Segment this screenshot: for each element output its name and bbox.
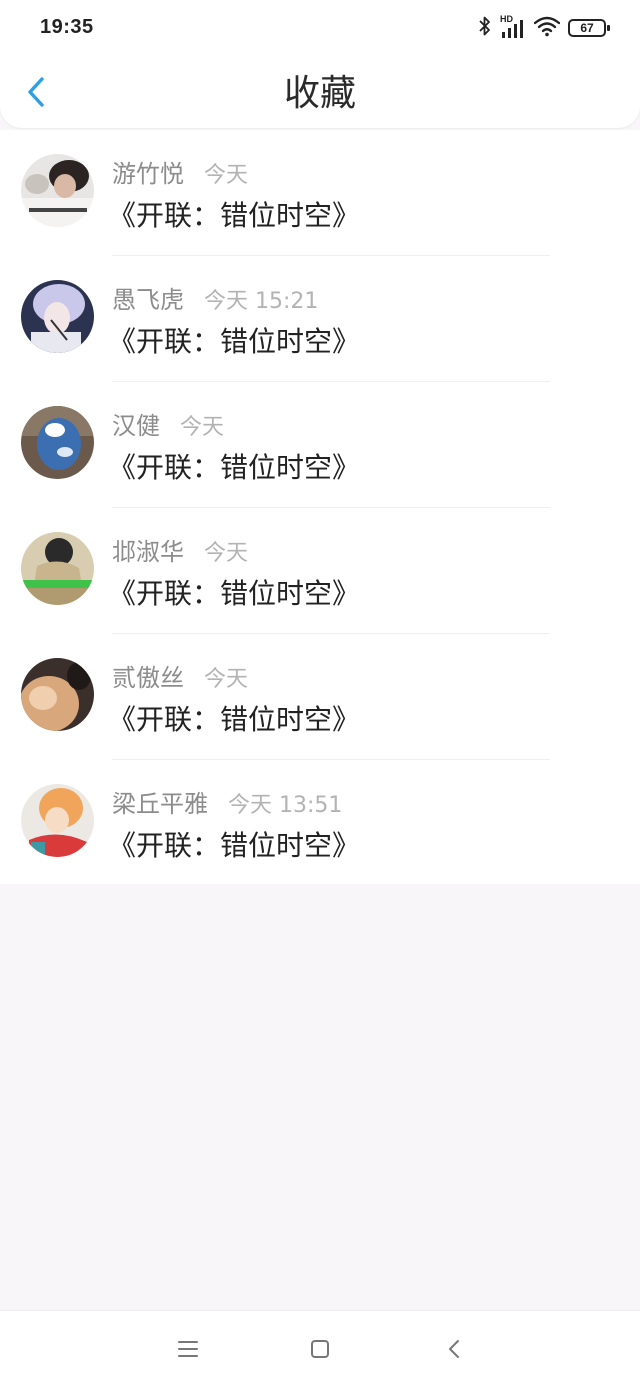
item-time: 今天 [204, 541, 249, 566]
item-meta: 愚飞虎 今天 15:21 [112, 280, 318, 314]
avatar [21, 280, 94, 353]
item-title: 《开联：错位时空》 [108, 325, 361, 358]
home-button[interactable] [308, 1337, 332, 1361]
item-meta: 汉健 今天 [112, 406, 224, 440]
avatar [21, 406, 94, 479]
item-title: 《开联：错位时空》 [108, 451, 361, 484]
avatar [21, 784, 94, 857]
favorite-item[interactable]: 愚飞虎 今天 15:21 《开联：错位时空》 [0, 256, 640, 382]
favorite-item[interactable]: 汉健 今天 《开联：错位时空》 [0, 382, 640, 508]
item-title: 《开联：错位时空》 [108, 577, 361, 610]
battery-level: 67 [580, 21, 594, 35]
item-author: 梁丘平雅 [112, 790, 208, 818]
bluetooth-icon [478, 15, 492, 41]
signal-icon: HD [500, 14, 526, 39]
item-meta: 梁丘平雅 今天 13:51 [112, 784, 342, 818]
system-nav-bar [0, 1310, 640, 1387]
item-meta: 游竹悦 今天 [112, 154, 248, 188]
wifi-icon [533, 15, 561, 41]
item-meta: 贰傲丝 今天 [112, 658, 248, 692]
system-back-button[interactable] [442, 1337, 466, 1361]
status-time: 19:35 [40, 16, 94, 38]
header-bar: 收藏 [0, 56, 640, 128]
item-author: 游竹悦 [112, 160, 184, 188]
item-author: 愚飞虎 [112, 286, 184, 314]
battery-icon: 67 [568, 19, 610, 37]
favorite-item[interactable]: 贰傲丝 今天 《开联：错位时空》 [0, 634, 640, 760]
favorite-item[interactable]: 游竹悦 今天 《开联：错位时空》 [0, 130, 640, 256]
item-title: 《开联：错位时空》 [108, 829, 361, 862]
menu-button[interactable] [176, 1337, 200, 1361]
status-icons: HD 67 [478, 14, 610, 42]
page-title: 收藏 [283, 73, 356, 114]
item-time: 今天 15:21 [204, 289, 319, 314]
item-title: 《开联：错位时空》 [108, 703, 361, 736]
status-bar: 19:35 HD 67 [0, 0, 640, 56]
avatar [21, 154, 94, 227]
item-time: 今天 [204, 667, 249, 692]
item-time: 今天 [180, 415, 225, 440]
item-author: 贰傲丝 [112, 664, 184, 692]
item-title: 《开联：错位时空》 [108, 199, 361, 232]
item-author: 汉健 [112, 412, 160, 440]
menu-icon [178, 1341, 198, 1357]
avatar [21, 658, 94, 731]
favorite-item[interactable]: 邶淑华 今天 《开联：错位时空》 [0, 508, 640, 634]
favorite-item[interactable]: 梁丘平雅 今天 13:51 《开联：错位时空》 [0, 760, 640, 886]
avatar [21, 532, 94, 605]
item-time: 今天 [204, 163, 249, 188]
item-time: 今天 13:51 [228, 793, 343, 818]
item-meta: 邶淑华 今天 [112, 532, 248, 566]
item-author: 邶淑华 [112, 538, 184, 566]
back-icon [449, 1340, 459, 1358]
home-icon [311, 1340, 329, 1358]
favorites-list: 游竹悦 今天 《开联：错位时空》 愚飞虎 今天 15:21 《开联：错位时空》 [0, 130, 640, 884]
